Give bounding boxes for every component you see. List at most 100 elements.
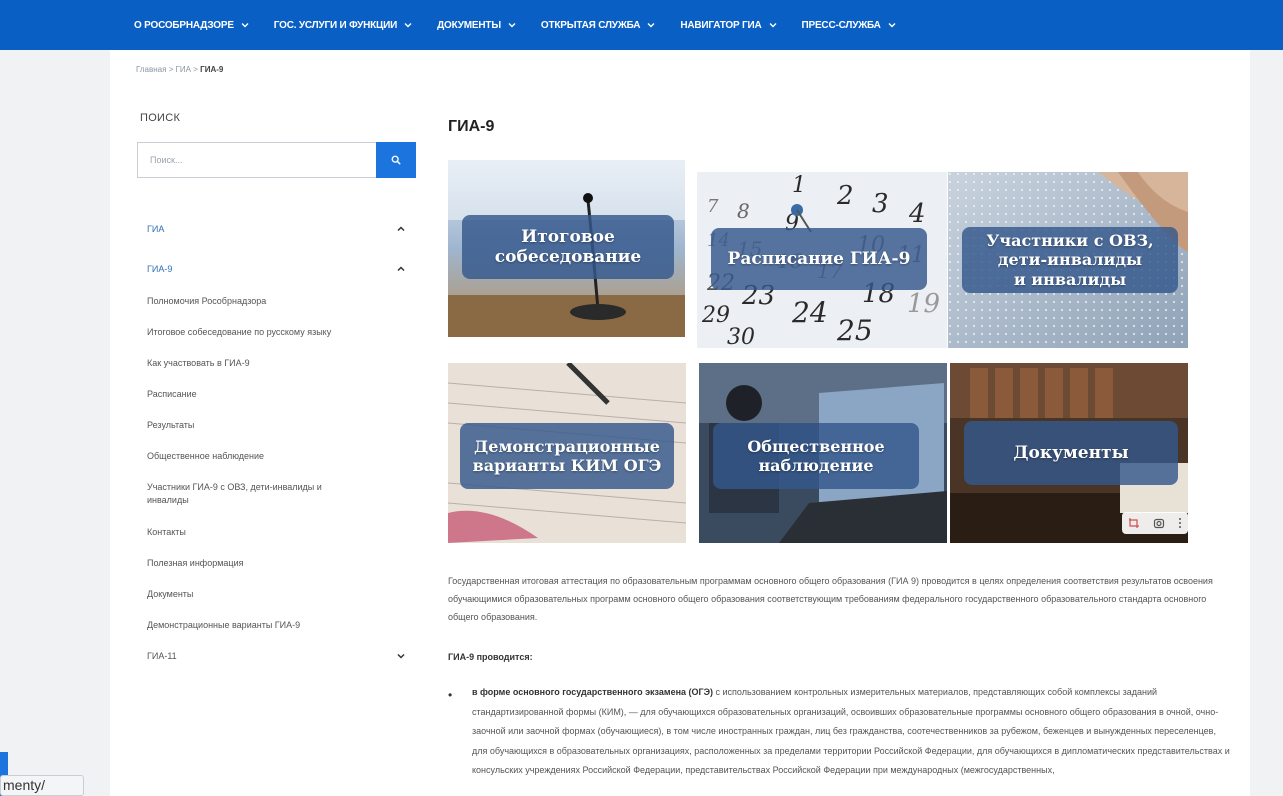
- chevron-down-icon: [241, 23, 249, 28]
- calendar-digit: 19: [907, 289, 940, 319]
- tile-caption-line: варианты КИМ ОГЭ: [472, 456, 662, 475]
- sidebar-item-demo-variants[interactable]: Демонстрационные варианты ГИА-9: [147, 619, 407, 632]
- sidebar-item-results[interactable]: Результаты: [147, 419, 407, 432]
- tile-caption: Документы: [964, 421, 1178, 485]
- tile-caption: Демонстрационные варианты КИМ ОГЭ: [460, 423, 674, 489]
- sidebar-item-documents[interactable]: Документы: [147, 588, 407, 601]
- tile-caption-line: наблюдение: [758, 456, 874, 475]
- bullet-item: в форме основного государственного экзам…: [472, 683, 1232, 781]
- tile-caption-line: Расписание ГИА-9: [727, 248, 911, 269]
- bullet-marker: •: [448, 688, 453, 702]
- tile-caption-line: Общественное: [747, 436, 885, 456]
- breadcrumb-home[interactable]: Главная: [136, 65, 166, 74]
- calendar-digit: 24: [791, 296, 828, 329]
- sidebar-item-label: Полномочия Рособрнадзора: [147, 296, 267, 306]
- breadcrumb-current: ГИА-9: [200, 65, 224, 74]
- sidebar-item-label: ГИА-9: [147, 264, 173, 274]
- breadcrumb-parent[interactable]: ГИА: [176, 65, 191, 74]
- nav-item-services[interactable]: ГОС. УСЛУГИ И ФУНКЦИИ: [274, 20, 413, 31]
- tile-disabled-participants[interactable]: Участники с ОВЗ, дети-инвалиды и инвалид…: [948, 172, 1188, 348]
- tile-public-observation[interactable]: Общественное наблюдение: [699, 363, 947, 543]
- sidebar-item-label: Результаты: [147, 420, 195, 430]
- tile-caption-line: дети-инвалиды: [997, 250, 1143, 270]
- nav-item-label: ОТКРЫТАЯ СЛУЖБА: [540, 19, 641, 31]
- sidebar-item-how-to-participate[interactable]: Как участвовать в ГИА-9: [147, 357, 407, 370]
- page-content: Главная > ГИА > ГИА-9 ПОИСК ГИА ГИА-9 По…: [110, 50, 1250, 796]
- tile-caption-line: собеседование: [494, 247, 642, 267]
- search-icon: [391, 155, 401, 165]
- nav-menu: О РОСОБРНАДЗОРЕ ГОС. УСЛУГИ И ФУНКЦИИ ДО…: [134, 0, 897, 50]
- sidebar-item-authority[interactable]: Полномочия Рособрнадзора: [147, 295, 407, 308]
- chevron-down-icon: [508, 23, 516, 28]
- more-vertical-icon[interactable]: [1178, 517, 1182, 529]
- nav-item-label: ГОС. УСЛУГИ И ФУНКЦИИ: [273, 19, 398, 31]
- search-form: [137, 142, 416, 178]
- calendar-digit: 2: [836, 181, 854, 211]
- tile-caption-line: Демонстрационные: [474, 436, 660, 456]
- sidebar-item-label: Расписание: [147, 389, 197, 399]
- lens-icon[interactable]: [1153, 517, 1165, 529]
- nav-item-documents[interactable]: ДОКУМЕНТЫ: [437, 20, 517, 31]
- sidebar-item-gia-11[interactable]: ГИА-11: [147, 650, 407, 663]
- chevron-up-icon[interactable]: [395, 263, 407, 275]
- calendar-digit: 29: [701, 303, 730, 328]
- tile-caption-line: Итоговое: [521, 226, 615, 247]
- sidebar-item-label: Документы: [147, 589, 194, 599]
- calendar-digit: 3: [872, 189, 889, 219]
- breadcrumb-separator: >: [193, 65, 198, 74]
- sidebar-item-public-observation[interactable]: Общественное наблюдение: [147, 450, 407, 463]
- nav-item-gia-navigator[interactable]: НАВИГАТОР ГИА: [680, 20, 777, 31]
- overlay-url-label[interactable]: menty/: [0, 775, 84, 796]
- calendar-digit: 7: [707, 196, 719, 217]
- nav-item-open-service[interactable]: ОТКРЫТАЯ СЛУЖБА: [541, 20, 656, 31]
- bullet-text: с использованием контрольных измерительн…: [472, 687, 1230, 775]
- tile-caption: Расписание ГИА-9: [711, 228, 927, 290]
- search-input[interactable]: [138, 143, 378, 177]
- chevron-up-icon[interactable]: [395, 223, 407, 235]
- section-heading: ГИА-9 проводится:: [448, 652, 533, 662]
- sidebar-item-useful-info[interactable]: Полезная информация: [147, 557, 407, 570]
- sidebar-item-label: Общественное наблюдение: [147, 451, 265, 461]
- sidebar-item-gia-9[interactable]: ГИА-9: [147, 263, 407, 276]
- breadcrumb-separator: >: [168, 65, 174, 74]
- breadcrumb: Главная > ГИА > ГИА-9: [136, 65, 223, 74]
- bullet-bold-text: в форме основного государственного экзам…: [472, 687, 714, 697]
- image-toolbar: [1122, 512, 1188, 534]
- nav-item-label: О РОСОБРНАДЗОРЕ: [134, 19, 234, 31]
- search-button[interactable]: [376, 142, 416, 178]
- calendar-digit: 8: [737, 199, 750, 223]
- calendar-digit: 4: [908, 199, 926, 229]
- sidebar-item-disabled-participants[interactable]: Участники ГИА-9 с ОВЗ, дети-инвалиды и и…: [147, 481, 362, 507]
- chevron-down-icon: [888, 23, 896, 28]
- chevron-down-icon: [404, 23, 412, 28]
- intro-paragraph: Государственная итоговая аттестация по о…: [448, 576, 1213, 622]
- tile-final-interview[interactable]: Итоговое собеседование: [448, 160, 685, 337]
- sidebar-item-contacts[interactable]: Контакты: [147, 526, 407, 539]
- nav-item-label: ДОКУМЕНТЫ: [437, 19, 501, 31]
- sidebar-item-label: Итоговое собеседование по русскому языку: [147, 327, 332, 337]
- tile-caption: Общественное наблюдение: [713, 423, 919, 489]
- crop-icon[interactable]: [1128, 517, 1140, 529]
- chevron-down-icon[interactable]: [395, 650, 407, 662]
- calendar-digit: 30: [727, 325, 755, 348]
- page-title: ГИА-9: [448, 118, 495, 135]
- tile-caption-line: Участники с ОВЗ,: [986, 231, 1154, 251]
- sidebar-item-gia[interactable]: ГИА: [147, 223, 407, 236]
- search-heading: ПОИСК: [140, 112, 181, 124]
- calendar-digit: 25: [836, 314, 873, 347]
- tile-caption: Итоговое собеседование: [462, 215, 674, 279]
- tile-demo-variants[interactable]: Демонстрационные варианты КИМ ОГЭ: [448, 363, 686, 543]
- nav-item-label: НАВИГАТОР ГИА: [680, 19, 762, 31]
- sidebar-item-final-interview[interactable]: Итоговое собеседование по русскому языку: [147, 326, 407, 339]
- tile-caption-line: и инвалиды: [1013, 269, 1127, 289]
- sidebar-item-label: Демонстрационные варианты ГИА-9: [147, 620, 301, 630]
- sidebar-item-schedule[interactable]: Расписание: [147, 388, 407, 401]
- sidebar-item-label: Как участвовать в ГИА-9: [147, 358, 250, 368]
- top-navigation-bar: О РОСОБРНАДЗОРЕ ГОС. УСЛУГИ И ФУНКЦИИ ДО…: [0, 0, 1283, 50]
- nav-item-about[interactable]: О РОСОБРНАДЗОРЕ: [134, 20, 250, 31]
- nav-item-press[interactable]: ПРЕСС-СЛУЖБА: [802, 20, 897, 31]
- nav-item-label: ПРЕСС-СЛУЖБА: [801, 19, 881, 31]
- chevron-down-icon: [647, 23, 655, 28]
- tile-schedule[interactable]: 1 2 3 4 7 8 9 10 11 14 15 16 17 18 19 22…: [697, 172, 947, 348]
- chevron-down-icon: [769, 23, 776, 28]
